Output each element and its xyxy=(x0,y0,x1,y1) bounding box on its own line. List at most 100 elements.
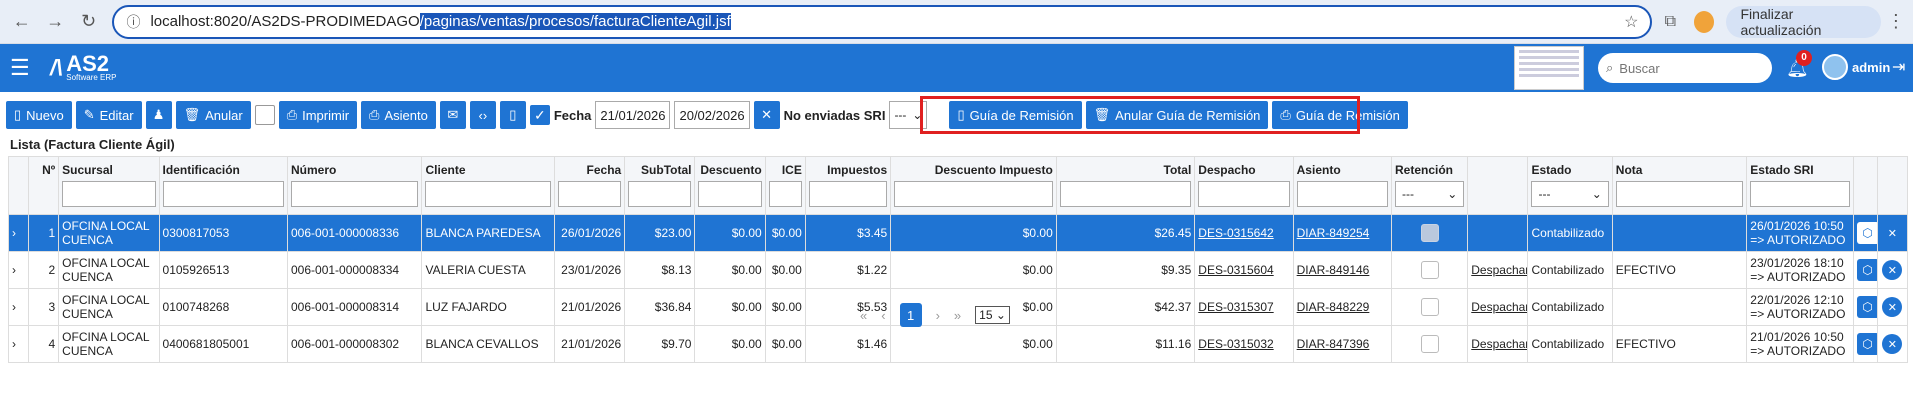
column-header-label[interactable]: Despacho xyxy=(1198,159,1289,181)
imprimir-button[interactable]: ⎙ Imprimir xyxy=(278,101,358,129)
table-row[interactable]: › 2 OFCINA LOCAL CUENCA 0105926513 006-001-0… xyxy=(7,251,1909,289)
expand-row-icon[interactable]: › xyxy=(12,300,16,314)
fecha-checkbox[interactable]: ✓ xyxy=(529,105,550,125)
despacho-link[interactable]: DES-0315032 xyxy=(1198,337,1273,351)
user-button[interactable]: ♟ xyxy=(145,101,172,129)
page-size-select[interactable]: 15 ⌄ xyxy=(975,306,1010,324)
retencion-checkbox[interactable] xyxy=(1420,298,1439,316)
column-filter-select[interactable]: --- ⌄ xyxy=(1395,181,1465,207)
retencion-checkbox[interactable] xyxy=(1420,261,1439,279)
retencion-checkbox[interactable] xyxy=(1420,224,1439,242)
asiento-button[interactable]: ⎙ Asiento xyxy=(361,101,436,129)
delete-icon[interactable]: ✕ xyxy=(1882,297,1903,317)
delete-icon[interactable]: ✕ xyxy=(1882,223,1902,243)
search-box[interactable]: ⌕ xyxy=(1598,53,1772,83)
column-filter-input[interactable] xyxy=(425,181,551,207)
column-header-label[interactable]: Fecha xyxy=(558,159,622,181)
column-filter-input[interactable] xyxy=(557,181,622,207)
column-header-label[interactable]: Identificación xyxy=(163,159,284,181)
cube-icon[interactable]: ⬡ xyxy=(1856,259,1877,281)
cube-icon[interactable]: ⬡ xyxy=(1856,333,1877,355)
asiento-link[interactable]: DIAR-849146 xyxy=(1297,263,1370,277)
asiento-link[interactable]: DIAR-849254 xyxy=(1297,226,1370,240)
nuevo-button[interactable]: ▯ Nuevo xyxy=(6,101,72,129)
site-info-icon[interactable]: ⓘ xyxy=(126,12,140,32)
profile-avatar[interactable] xyxy=(1694,10,1715,33)
column-header-label[interactable]: Nota xyxy=(1616,159,1743,181)
last-page-button[interactable]: » xyxy=(954,308,961,323)
address-bar[interactable]: ⓘ localhost:8020/AS2DS-PRODIMEDAGO/pagin… xyxy=(112,4,1653,39)
expand-row-icon[interactable]: › xyxy=(12,226,16,240)
column-header-label[interactable]: Impuestos xyxy=(809,159,887,181)
back-icon[interactable]: ← xyxy=(8,7,35,37)
forward-icon[interactable]: → xyxy=(41,7,68,37)
prev-page-button[interactable]: ‹ xyxy=(881,308,885,323)
despacho-link[interactable]: DES-0315307 xyxy=(1198,300,1273,314)
browser-menu-icon[interactable]: ⋮ xyxy=(1887,11,1905,32)
bookmark-star-icon[interactable]: ☆ xyxy=(1624,12,1638,32)
column-filter-input[interactable] xyxy=(1750,181,1850,207)
menu-icon[interactable]: ☰ xyxy=(10,55,36,81)
column-header-label[interactable]: Asiento xyxy=(1297,159,1388,181)
column-header-label[interactable]: ICE xyxy=(769,159,802,181)
column-filter-input[interactable] xyxy=(808,181,888,207)
column-filter-input[interactable] xyxy=(698,181,762,207)
column-header-label[interactable]: Descuento Impuesto xyxy=(894,159,1053,181)
logout-icon[interactable]: ⇥ xyxy=(1892,57,1905,77)
column-header-label[interactable]: Nº xyxy=(32,159,55,181)
column-filter-input[interactable] xyxy=(1296,181,1388,207)
column-filter-select[interactable]: --- ⌄ xyxy=(1531,181,1609,207)
editar-button[interactable]: ✎ Editar xyxy=(75,101,142,129)
extensions-icon[interactable]: ⧉ xyxy=(1658,9,1682,35)
column-filter-input[interactable] xyxy=(1059,181,1192,207)
code-button[interactable]: ‹› xyxy=(469,101,496,129)
asiento-link[interactable]: DIAR-848229 xyxy=(1297,300,1370,314)
despachar-link[interactable]: Despachar xyxy=(1471,300,1527,314)
delete-icon[interactable]: ✕ xyxy=(1882,260,1903,280)
expand-row-icon[interactable]: › xyxy=(12,263,16,277)
column-header-label[interactable] xyxy=(1471,159,1524,181)
column-filter-input[interactable] xyxy=(894,181,1053,207)
despachar-link[interactable]: Despachar xyxy=(1471,263,1527,277)
column-header-label[interactable]: Número xyxy=(291,159,418,181)
column-filter-input[interactable] xyxy=(768,181,802,207)
column-filter-input[interactable] xyxy=(628,181,692,207)
column-header-label[interactable]: Descuento xyxy=(698,159,761,181)
select-all-checkbox[interactable] xyxy=(254,105,275,125)
notifications-bell-icon[interactable]: 🔔︎ 0 xyxy=(1786,50,1812,79)
clear-dates-button[interactable]: ✕ xyxy=(753,101,780,129)
fecha-hasta-input[interactable]: 20/02/2026 xyxy=(674,101,750,129)
despachar-link[interactable]: Despachar xyxy=(1471,337,1527,351)
column-filter-input[interactable] xyxy=(291,181,419,207)
cube-icon[interactable]: ⬡ xyxy=(1856,296,1877,318)
column-header-label[interactable]: Cliente xyxy=(425,159,550,181)
email-button[interactable]: ✉ xyxy=(439,101,466,129)
column-filter-input[interactable] xyxy=(62,181,156,207)
anular-button[interactable]: 🗑︎ Anular xyxy=(175,101,251,129)
user-avatar[interactable] xyxy=(1822,54,1848,80)
column-filter-input[interactable] xyxy=(162,181,284,207)
despacho-link[interactable]: DES-0315642 xyxy=(1198,226,1273,240)
column-filter-input[interactable] xyxy=(1198,181,1290,207)
column-header-label[interactable]: Total xyxy=(1060,159,1192,181)
update-button[interactable]: Finalizar actualización xyxy=(1726,5,1881,38)
first-page-button[interactable]: « xyxy=(860,308,867,323)
table-row[interactable]: › 1 OFCINA LOCAL CUENCA 0300817053 006-001-0… xyxy=(7,214,1909,252)
user-name[interactable]: admin xyxy=(1852,60,1890,75)
current-page-button[interactable]: 1 xyxy=(899,303,922,327)
column-header-label[interactable]: Sucursal xyxy=(62,159,155,181)
delete-icon[interactable]: ✕ xyxy=(1882,334,1903,354)
pdf-button[interactable]: ▯ xyxy=(499,101,526,129)
reload-icon[interactable]: ↻ xyxy=(75,7,102,37)
column-header-label[interactable]: Retención xyxy=(1395,159,1464,181)
fecha-desde-input[interactable]: 21/01/2026 xyxy=(595,101,671,129)
column-header-label[interactable]: SubTotal xyxy=(628,159,691,181)
next-page-button[interactable]: › xyxy=(936,308,940,323)
column-header-label[interactable]: Estado SRI xyxy=(1750,159,1849,181)
despacho-link[interactable]: DES-0315604 xyxy=(1198,263,1273,277)
column-filter-input[interactable] xyxy=(1615,181,1744,207)
search-input[interactable] xyxy=(1619,60,1750,76)
column-header-label[interactable]: Estado xyxy=(1531,159,1608,181)
retencion-checkbox[interactable] xyxy=(1420,335,1439,353)
table-row[interactable]: › 4 OFCINA LOCAL CUENCA 0400681805001 006-00… xyxy=(7,325,1909,363)
